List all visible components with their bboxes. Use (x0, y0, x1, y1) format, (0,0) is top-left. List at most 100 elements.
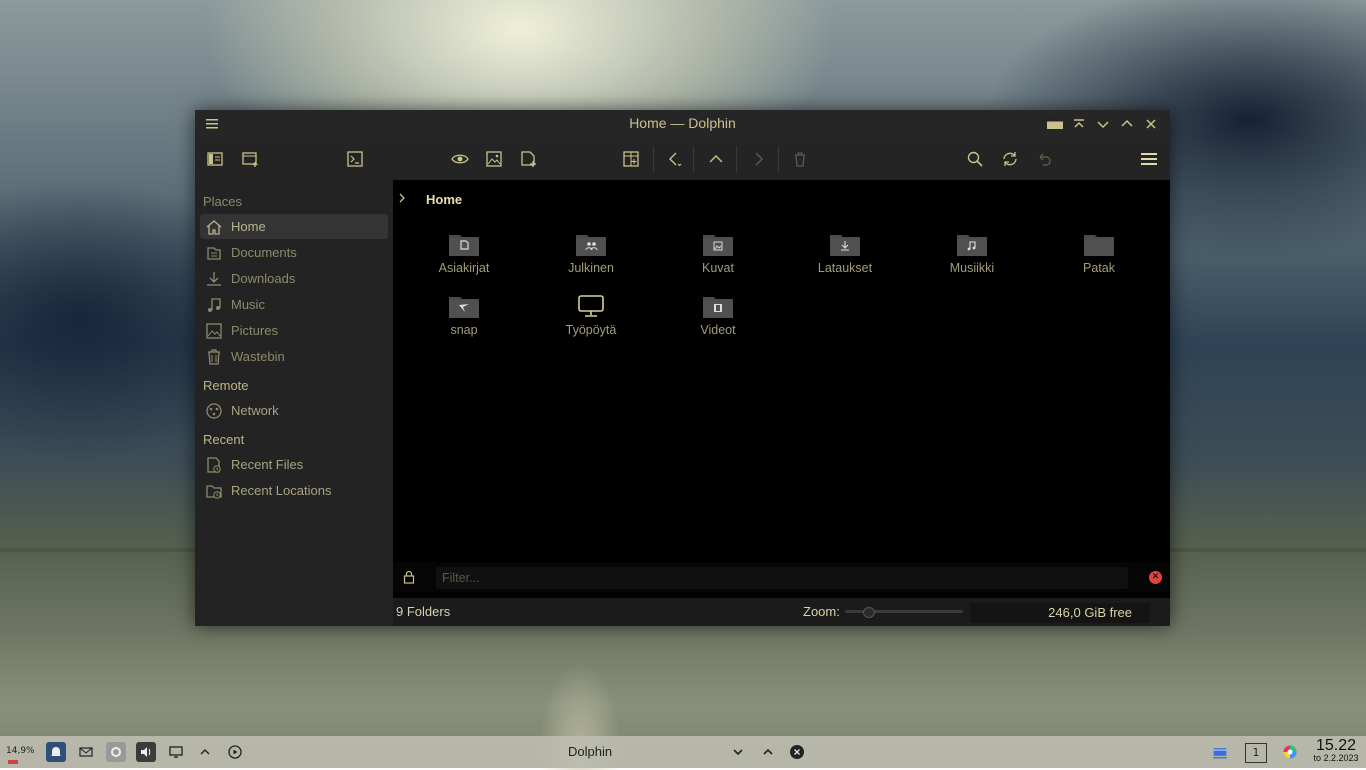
sidebar-item-home[interactable]: Home (200, 214, 388, 239)
videos-folder-icon (703, 294, 733, 318)
search-button[interactable] (963, 148, 987, 170)
lock-icon[interactable] (403, 570, 415, 584)
image-view-button[interactable] (482, 148, 506, 170)
task-close-button[interactable] (789, 744, 805, 760)
chevron-down-icon (1097, 121, 1109, 129)
section-remote: Remote (203, 378, 249, 393)
file-item[interactable]: Videot (668, 294, 768, 352)
chevron-up-icon (200, 749, 210, 755)
split-view-icon (623, 151, 639, 167)
filter-field[interactable] (436, 567, 1128, 589)
task-maximize-button[interactable] (760, 744, 776, 760)
notifications-button[interactable] (46, 742, 66, 762)
new-folder-button[interactable] (516, 148, 540, 170)
title-bar[interactable]: Home — Dolphin (195, 110, 1170, 138)
forward-button[interactable] (746, 148, 770, 170)
color-picker-button[interactable] (1280, 742, 1300, 762)
split-view-button[interactable] (619, 148, 643, 170)
minimize-button[interactable] (1094, 115, 1112, 133)
terminal-button[interactable] (343, 148, 367, 170)
toolbar-separator (693, 146, 694, 172)
folder-count: 9 Folders (396, 604, 451, 619)
delete-button[interactable] (788, 148, 812, 170)
section-places: Places (203, 194, 243, 209)
virtual-desktop-pager[interactable]: 1 (1245, 743, 1267, 763)
breadcrumb-home[interactable]: Home (426, 192, 462, 207)
file-item[interactable]: Lataukset (795, 232, 895, 290)
file-item[interactable]: Musiikki (922, 232, 1022, 290)
toolbar-separator (778, 146, 779, 172)
file-name: Asiakirjat (438, 261, 490, 275)
file-item[interactable]: Kuvat (668, 232, 768, 290)
wastebin-icon (205, 348, 223, 366)
sidebar-item-pictures[interactable]: Pictures (200, 318, 388, 343)
sidebar-item-label: Network (231, 403, 279, 418)
sidebar-item-recent-locations[interactable]: Recent Locations (200, 478, 388, 503)
back-button[interactable] (662, 148, 686, 170)
zoom-slider[interactable] (845, 607, 963, 618)
documents-folder-icon (449, 232, 479, 256)
eye-icon (451, 154, 469, 164)
music-icon (205, 296, 223, 314)
file-item[interactable]: Patak (1049, 232, 1149, 290)
mail-icon (79, 747, 93, 757)
tray-expand-button[interactable] (195, 742, 215, 762)
hamburger-icon (1141, 153, 1157, 165)
sidebar-item-network[interactable]: Network (200, 398, 388, 423)
task-minimize-button[interactable] (730, 744, 746, 760)
preview-button[interactable] (448, 148, 472, 170)
desktop-icon (576, 294, 606, 318)
file-item[interactable]: snap (414, 294, 514, 352)
mail-button[interactable] (76, 742, 96, 762)
toggle-panels-button[interactable] (203, 148, 227, 170)
keep-above-icon (1074, 119, 1084, 128)
keep-above-button[interactable] (1070, 115, 1088, 133)
hamburger-menu-button[interactable] (1137, 148, 1161, 170)
file-item[interactable]: Julkinen (541, 232, 641, 290)
sidebar-item-wastebin[interactable]: Wastebin (200, 344, 388, 369)
sidebar-item-recent-files[interactable]: Recent Files (200, 452, 388, 477)
chevron-right-icon[interactable] (396, 192, 408, 204)
zoom-slider-handle[interactable] (862, 607, 875, 618)
reload-button[interactable] (998, 148, 1022, 170)
file-name: Lataukset (817, 261, 873, 275)
up-button[interactable] (704, 148, 728, 170)
window-list-icon (1213, 748, 1227, 759)
updates-button[interactable] (106, 742, 126, 762)
close-button[interactable] (1142, 115, 1160, 133)
music-folder-icon (957, 232, 987, 256)
home-icon (205, 218, 223, 236)
chevron-up-icon (709, 155, 723, 163)
filter-input[interactable] (436, 567, 1128, 589)
chevron-up-icon (763, 748, 773, 755)
volume-button[interactable] (136, 742, 156, 762)
new-tab-button[interactable] (238, 148, 262, 170)
terminal-icon (347, 151, 363, 167)
trash-icon (795, 152, 805, 167)
sidebar-item-downloads[interactable]: Downloads (200, 266, 388, 291)
clear-filter-button[interactable]: ✕ (1149, 571, 1162, 584)
snap-folder-icon (449, 294, 479, 318)
undo-button[interactable] (1032, 148, 1056, 170)
digital-clock[interactable]: 15.22 to 2.2.2023 (1310, 737, 1362, 763)
undo-icon (1039, 153, 1051, 166)
sidebar-item-label: Home (231, 219, 266, 234)
file-view[interactable]: Home Asiakirjat Julkinen Kuvat Lataukset (393, 180, 1170, 626)
media-player-button[interactable] (225, 742, 245, 762)
maximize-button[interactable] (1118, 115, 1136, 133)
sidebar-item-documents[interactable]: Documents (200, 240, 388, 265)
shade-button[interactable] (1046, 115, 1064, 133)
active-task-title[interactable]: Dolphin (568, 744, 612, 759)
free-space-indicator[interactable]: 246,0 GiB free (970, 603, 1150, 623)
sidebar-item-music[interactable]: Music (200, 292, 388, 317)
display-button[interactable] (166, 742, 186, 762)
file-name: Musiikki (949, 261, 995, 275)
close-icon (1146, 119, 1156, 129)
toolbar-separator (736, 146, 737, 172)
file-name: snap (450, 323, 478, 337)
filter-bar: ✕ (393, 562, 1170, 592)
file-item[interactable]: Asiakirjat (414, 232, 514, 290)
file-item[interactable]: Työpöytä (541, 294, 641, 352)
toolbar-separator (653, 146, 654, 172)
window-list-button[interactable] (1209, 742, 1231, 762)
